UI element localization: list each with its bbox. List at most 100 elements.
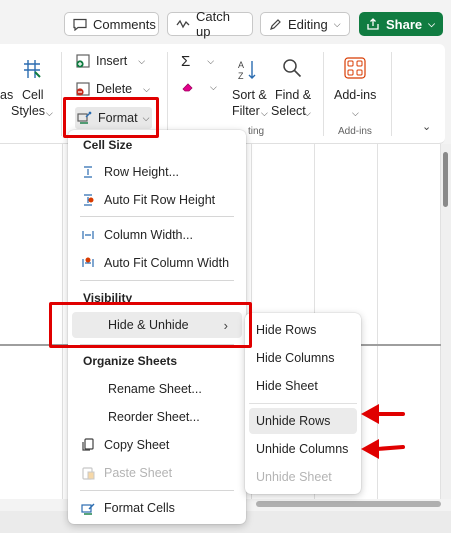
- chevron-down-icon: ⌵: [428, 18, 435, 29]
- editing-label: Editing: [288, 16, 328, 32]
- ribbon-separator: [167, 52, 168, 136]
- addins-group-label: Add-ins: [338, 126, 372, 137]
- ribbon-collapse-chevron-icon[interactable]: ⌄: [422, 120, 431, 135]
- chevron-down-icon: ⌵: [210, 81, 217, 92]
- rename-sheet-label: Rename Sheet...: [108, 382, 202, 396]
- activity-icon: [176, 19, 190, 29]
- sort-filter-label-1: Sort &: [232, 88, 267, 102]
- chevron-down-icon: ⌵: [46, 108, 53, 118]
- hide-rows-item[interactable]: Hide Rows: [249, 317, 357, 343]
- share-button[interactable]: Share ⌵: [359, 12, 443, 36]
- insert-label: Insert: [96, 54, 128, 68]
- paste-sheet-item: Paste Sheet: [72, 460, 242, 486]
- rename-sheet-item[interactable]: Rename Sheet...: [72, 376, 242, 402]
- vertical-scroll-thumb[interactable]: [443, 152, 448, 207]
- addins-label: Add-ins: [334, 88, 377, 102]
- comments-label: Comments: [93, 16, 156, 32]
- autofit-row-height-item[interactable]: Auto Fit Row Height: [72, 187, 242, 213]
- svg-text:A: A: [238, 60, 244, 70]
- hide-sheet-item[interactable]: Hide Sheet: [249, 373, 357, 399]
- share-label: Share: [386, 16, 423, 32]
- autofit-column-width-label: Auto Fit Column Width: [104, 256, 230, 270]
- comments-button[interactable]: Comments: [64, 12, 159, 36]
- row-height-item[interactable]: Row Height...: [72, 159, 242, 185]
- hide-columns-label: Hide Columns: [256, 351, 335, 365]
- copy-sheet-item[interactable]: Copy Sheet: [72, 432, 242, 458]
- clear-button[interactable]: ⌵: [181, 81, 217, 93]
- autosum-button[interactable]: Σ ⌵: [181, 53, 214, 70]
- format-cells-icon: [80, 503, 94, 515]
- comment-icon: [73, 18, 87, 31]
- paste-icon: [81, 467, 94, 480]
- delete-cells-icon: [76, 82, 90, 96]
- ribbon-partial-label: as: [0, 88, 14, 102]
- editing-mode-button[interactable]: Editing ⌵: [260, 12, 350, 36]
- autofit-row-height-label: Auto Fit Row Height: [104, 193, 216, 207]
- chevron-down-icon: ⌵: [261, 108, 268, 118]
- submenu-separator: [249, 403, 357, 404]
- hide-columns-item[interactable]: Hide Columns: [249, 345, 357, 371]
- delete-button[interactable]: Delete ⌵: [75, 81, 150, 97]
- format-cells-item[interactable]: Format Cells: [72, 495, 242, 521]
- sigma-icon: Σ: [181, 53, 191, 70]
- menu-separator: [80, 280, 234, 281]
- unhide-columns-arrow-icon: [361, 439, 405, 459]
- unhide-rows-arrow-icon: [361, 404, 405, 424]
- chevron-down-icon: ⌵: [207, 56, 215, 66]
- menu-separator: [80, 216, 234, 217]
- cell-styles-icon: [24, 60, 41, 78]
- cell-size-heading: Cell Size: [83, 138, 133, 152]
- chevron-down-icon: ⌵: [304, 108, 311, 118]
- unhide-columns-label: Unhide Columns: [256, 442, 349, 456]
- eraser-icon: [182, 83, 193, 92]
- horizontal-scroll-thumb[interactable]: [256, 501, 441, 507]
- find-select-label-1: Find &: [275, 88, 312, 102]
- autofit-column-width-item[interactable]: Auto Fit Column Width: [72, 250, 242, 276]
- sort-filter-label-2: Filter: [232, 104, 260, 118]
- unhide-sheet-item: Unhide Sheet: [249, 464, 357, 490]
- column-width-item[interactable]: Column Width...: [72, 222, 242, 248]
- unhide-rows-label: Unhide Rows: [256, 414, 331, 428]
- row-height-label: Row Height...: [104, 165, 180, 179]
- copy-icon: [81, 438, 94, 451]
- catchup-label: Catch up: [196, 9, 230, 39]
- share-icon: [367, 18, 379, 30]
- autofit-column-icon: [82, 257, 94, 267]
- reorder-sheet-label: Reorder Sheet...: [108, 410, 200, 424]
- ribbon-separator: [323, 52, 324, 136]
- addins-grid-icon: [344, 57, 366, 79]
- catchup-button[interactable]: Catch up: [167, 9, 253, 39]
- sort-filter-icon: AZ: [238, 60, 256, 81]
- pencil-icon: [270, 18, 281, 30]
- chevron-down-icon: ⌵: [352, 108, 359, 118]
- svg-text:Z: Z: [238, 71, 244, 81]
- format-cells-label: Format Cells: [104, 501, 175, 515]
- organize-sheets-heading: Organize Sheets: [83, 354, 178, 368]
- menu-separator: [80, 490, 234, 491]
- insert-button[interactable]: Insert ⌵: [75, 53, 145, 69]
- ribbon-separator: [391, 52, 392, 136]
- cell-styles-label-2: Styles: [11, 104, 46, 118]
- column-width-label: Column Width...: [104, 228, 193, 242]
- format-button-highlight: [63, 97, 159, 138]
- unhide-columns-item[interactable]: Unhide Columns: [249, 436, 357, 462]
- top-action-bar: Comments Catch up Editing ⌵ Share ⌵: [0, 0, 451, 44]
- paste-sheet-label: Paste Sheet: [104, 466, 173, 480]
- hide-unhide-submenu: Hide Rows Hide Columns Hide Sheet Unhide…: [245, 313, 361, 494]
- autofit-row-icon: [84, 194, 94, 206]
- chevron-down-icon: ⌵: [143, 83, 150, 94]
- find-select-label-2: Select: [271, 104, 306, 118]
- ribbon-separator: [61, 52, 62, 136]
- unhide-sheet-label: Unhide Sheet: [256, 470, 332, 484]
- cell-styles-label-1: Cell: [22, 88, 44, 102]
- editing-group-label: ting: [248, 126, 265, 137]
- row-height-icon: [84, 166, 92, 178]
- reorder-sheet-item[interactable]: Reorder Sheet...: [72, 404, 242, 430]
- unhide-rows-item[interactable]: Unhide Rows: [249, 408, 357, 434]
- chevron-down-icon: ⌵: [333, 18, 341, 29]
- insert-cells-icon: [76, 54, 90, 68]
- copy-sheet-label: Copy Sheet: [104, 438, 170, 452]
- hide-rows-label: Hide Rows: [256, 323, 317, 337]
- delete-label: Delete: [96, 82, 133, 96]
- search-icon: [283, 59, 302, 78]
